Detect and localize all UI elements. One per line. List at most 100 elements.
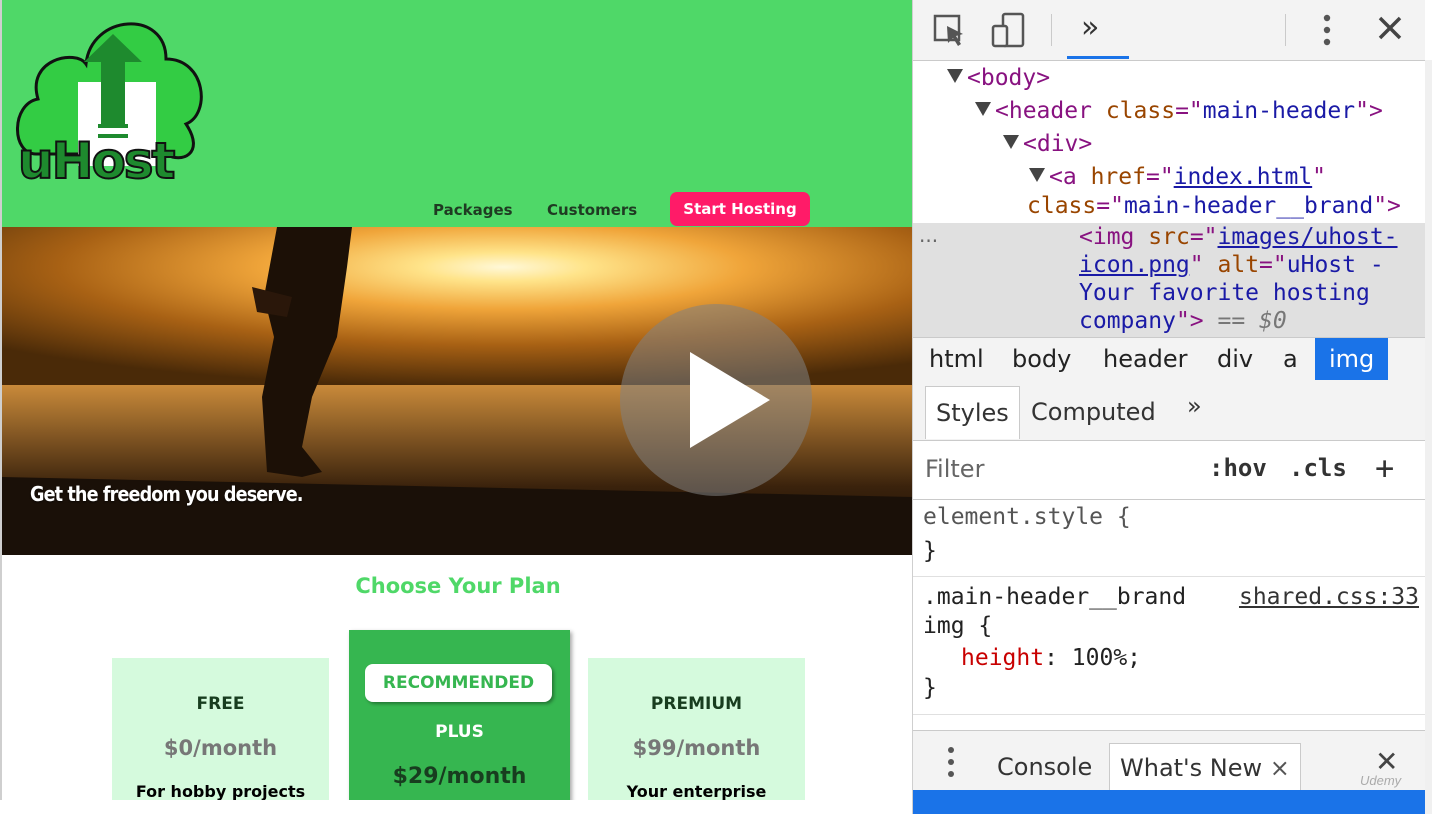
nav-item-customers[interactable]: Customers xyxy=(547,201,637,219)
plan-card-plus: RECOMMENDED PLUS $29/month xyxy=(349,630,570,800)
inspect-element-icon[interactable] xyxy=(933,14,967,52)
close-devtools-icon[interactable] xyxy=(1377,15,1403,45)
video-play-button[interactable] xyxy=(620,304,812,496)
breadcrumb-div[interactable]: div xyxy=(1217,338,1253,380)
dom-node-div[interactable]: <div> xyxy=(1003,131,1092,157)
dom-node-img-cont: company"> == $0 xyxy=(1079,308,1287,334)
scrollbar[interactable] xyxy=(1425,60,1432,814)
class-toggle-button[interactable]: .cls xyxy=(1289,454,1347,482)
expand-arrow-icon[interactable] xyxy=(1029,168,1045,182)
add-rule-icon[interactable]: + xyxy=(1375,449,1394,487)
logo-text: uHost xyxy=(17,131,176,191)
tag-name: header xyxy=(1008,98,1092,124)
attr-value: main-header xyxy=(1202,98,1356,124)
rule-selector[interactable]: .main-header__brand xyxy=(923,584,1186,610)
styles-tabbar: Styles Computed » xyxy=(913,380,1425,441)
recommended-badge: RECOMMENDED xyxy=(365,664,552,702)
attr-link[interactable]: images/uhost- xyxy=(1218,224,1398,250)
watermark: Udemy xyxy=(1360,773,1402,788)
expand-arrow-icon[interactable] xyxy=(975,102,991,116)
dom-node-a-cont: class="main-header__brand"> xyxy=(1027,193,1401,219)
plan-name: FREE xyxy=(196,694,245,714)
style-rules: element.style { } .main-header__brand sh… xyxy=(913,500,1425,730)
rule-divider xyxy=(913,576,1425,577)
tab-label: What's New xyxy=(1120,754,1263,782)
plan-name: PREMIUM xyxy=(650,694,743,714)
expand-arrow-icon[interactable] xyxy=(1003,135,1019,149)
breadcrumb-header[interactable]: header xyxy=(1103,338,1188,380)
attr-name: class xyxy=(1105,98,1176,124)
plans-title: Choose Your Plan xyxy=(355,574,561,598)
rule-selector[interactable]: img { xyxy=(923,613,992,639)
elements-tree: <body> <header class="main-header"> <div… xyxy=(913,61,1425,337)
rule-divider xyxy=(913,714,1425,715)
dom-node-header[interactable]: <header class="main-header"> xyxy=(975,98,1383,124)
attr-link[interactable]: index.html xyxy=(1174,164,1312,190)
attr-value: main-header__brand xyxy=(1123,193,1374,219)
plan-price: $29/month xyxy=(392,764,527,789)
rule-close: } xyxy=(923,675,937,701)
rule-selector[interactable]: element.style { xyxy=(923,504,1131,530)
rule-close: } xyxy=(923,538,937,564)
property-value[interactable]: : 100%; xyxy=(1044,645,1141,671)
tab-console[interactable]: Console xyxy=(997,743,1092,791)
dom-node-img-cont: icon.png" alt="uHost - xyxy=(1079,252,1384,278)
drawer-menu-icon[interactable] xyxy=(945,745,957,785)
tag-name: a xyxy=(1062,164,1077,190)
tag-name: body xyxy=(980,65,1037,91)
dom-node-img-cont: Your favorite hosting xyxy=(1079,280,1370,306)
more-tabs-icon[interactable]: » xyxy=(1187,380,1202,432)
plan-name: PLUS xyxy=(435,722,484,742)
more-tabs-icon[interactable]: » xyxy=(1081,10,1099,45)
property-name[interactable]: height xyxy=(961,645,1044,671)
plan-price: $0/month xyxy=(163,736,278,760)
attr-name: class xyxy=(1027,193,1097,219)
website-viewport: uHost Packages Customers Start Hosting G… xyxy=(0,0,912,800)
devtools-drawer: Console What's New × ✕ xyxy=(913,730,1425,792)
attr-value: company xyxy=(1079,308,1176,334)
devtools-panel: » <body> <header class="main-header"> <d… xyxy=(912,0,1432,814)
styles-filter: Filter :hov .cls + xyxy=(913,441,1425,500)
toolbar-separator xyxy=(1285,14,1286,46)
drawer-content xyxy=(913,790,1425,814)
tab-computed[interactable]: Computed xyxy=(1031,386,1156,438)
rule-declaration[interactable]: height: 100%; xyxy=(961,645,1141,671)
breadcrumb-body[interactable]: body xyxy=(1012,338,1071,380)
tag-name: img xyxy=(1092,224,1135,250)
nav-item-packages[interactable]: Packages xyxy=(433,201,513,219)
rule-source-link[interactable]: shared.css:33 xyxy=(1239,584,1419,610)
device-toolbar-icon[interactable] xyxy=(991,12,1027,52)
active-tab-indicator xyxy=(1067,56,1129,59)
brand-logo[interactable]: uHost xyxy=(16,4,206,194)
hover-state-button[interactable]: :hov xyxy=(1209,454,1267,482)
dom-node-body[interactable]: <body> xyxy=(947,65,1050,91)
filter-input[interactable]: Filter xyxy=(925,455,984,483)
attr-value: Your favorite hosting xyxy=(1079,280,1370,306)
plan-price: $99/month xyxy=(632,736,761,760)
close-tab-icon[interactable]: × xyxy=(1270,754,1290,782)
tab-styles[interactable]: Styles xyxy=(925,386,1020,439)
tab-whats-new[interactable]: What's New × xyxy=(1109,743,1301,792)
plan-description: Your enterprise xyxy=(626,782,767,800)
dom-row-menu-icon[interactable]: ... xyxy=(919,223,938,247)
main-nav: Packages Customers Start Hosting xyxy=(2,192,912,227)
plan-card-premium: PREMIUM $99/month Your enterprise xyxy=(588,658,805,800)
kebab-menu-icon[interactable] xyxy=(1321,12,1333,52)
start-hosting-button[interactable]: Start Hosting xyxy=(670,192,810,226)
expand-arrow-icon[interactable] xyxy=(947,69,963,83)
breadcrumb-html[interactable]: html xyxy=(929,338,984,380)
attr-name: href xyxy=(1090,164,1146,190)
devtools-toolbar: » xyxy=(913,0,1425,61)
dom-node-img[interactable]: <img src="images/uhost- xyxy=(1079,224,1398,250)
attr-link[interactable]: icon.png xyxy=(1079,252,1190,278)
breadcrumb-a[interactable]: a xyxy=(1283,338,1298,380)
dom-node-a[interactable]: <a href="index.html" xyxy=(1029,164,1326,190)
main-header: uHost Packages Customers Start Hosting xyxy=(2,0,912,227)
attr-value: uHost - xyxy=(1286,252,1384,278)
hero-headline: Get the freedom you deserve. xyxy=(30,482,303,506)
breadcrumb: html body header div a img xyxy=(913,337,1425,381)
selected-marker: == $0 xyxy=(1217,308,1287,334)
toolbar-separator xyxy=(1051,14,1052,46)
breadcrumb-img[interactable]: img xyxy=(1315,338,1389,380)
attr-name: alt xyxy=(1217,252,1260,278)
